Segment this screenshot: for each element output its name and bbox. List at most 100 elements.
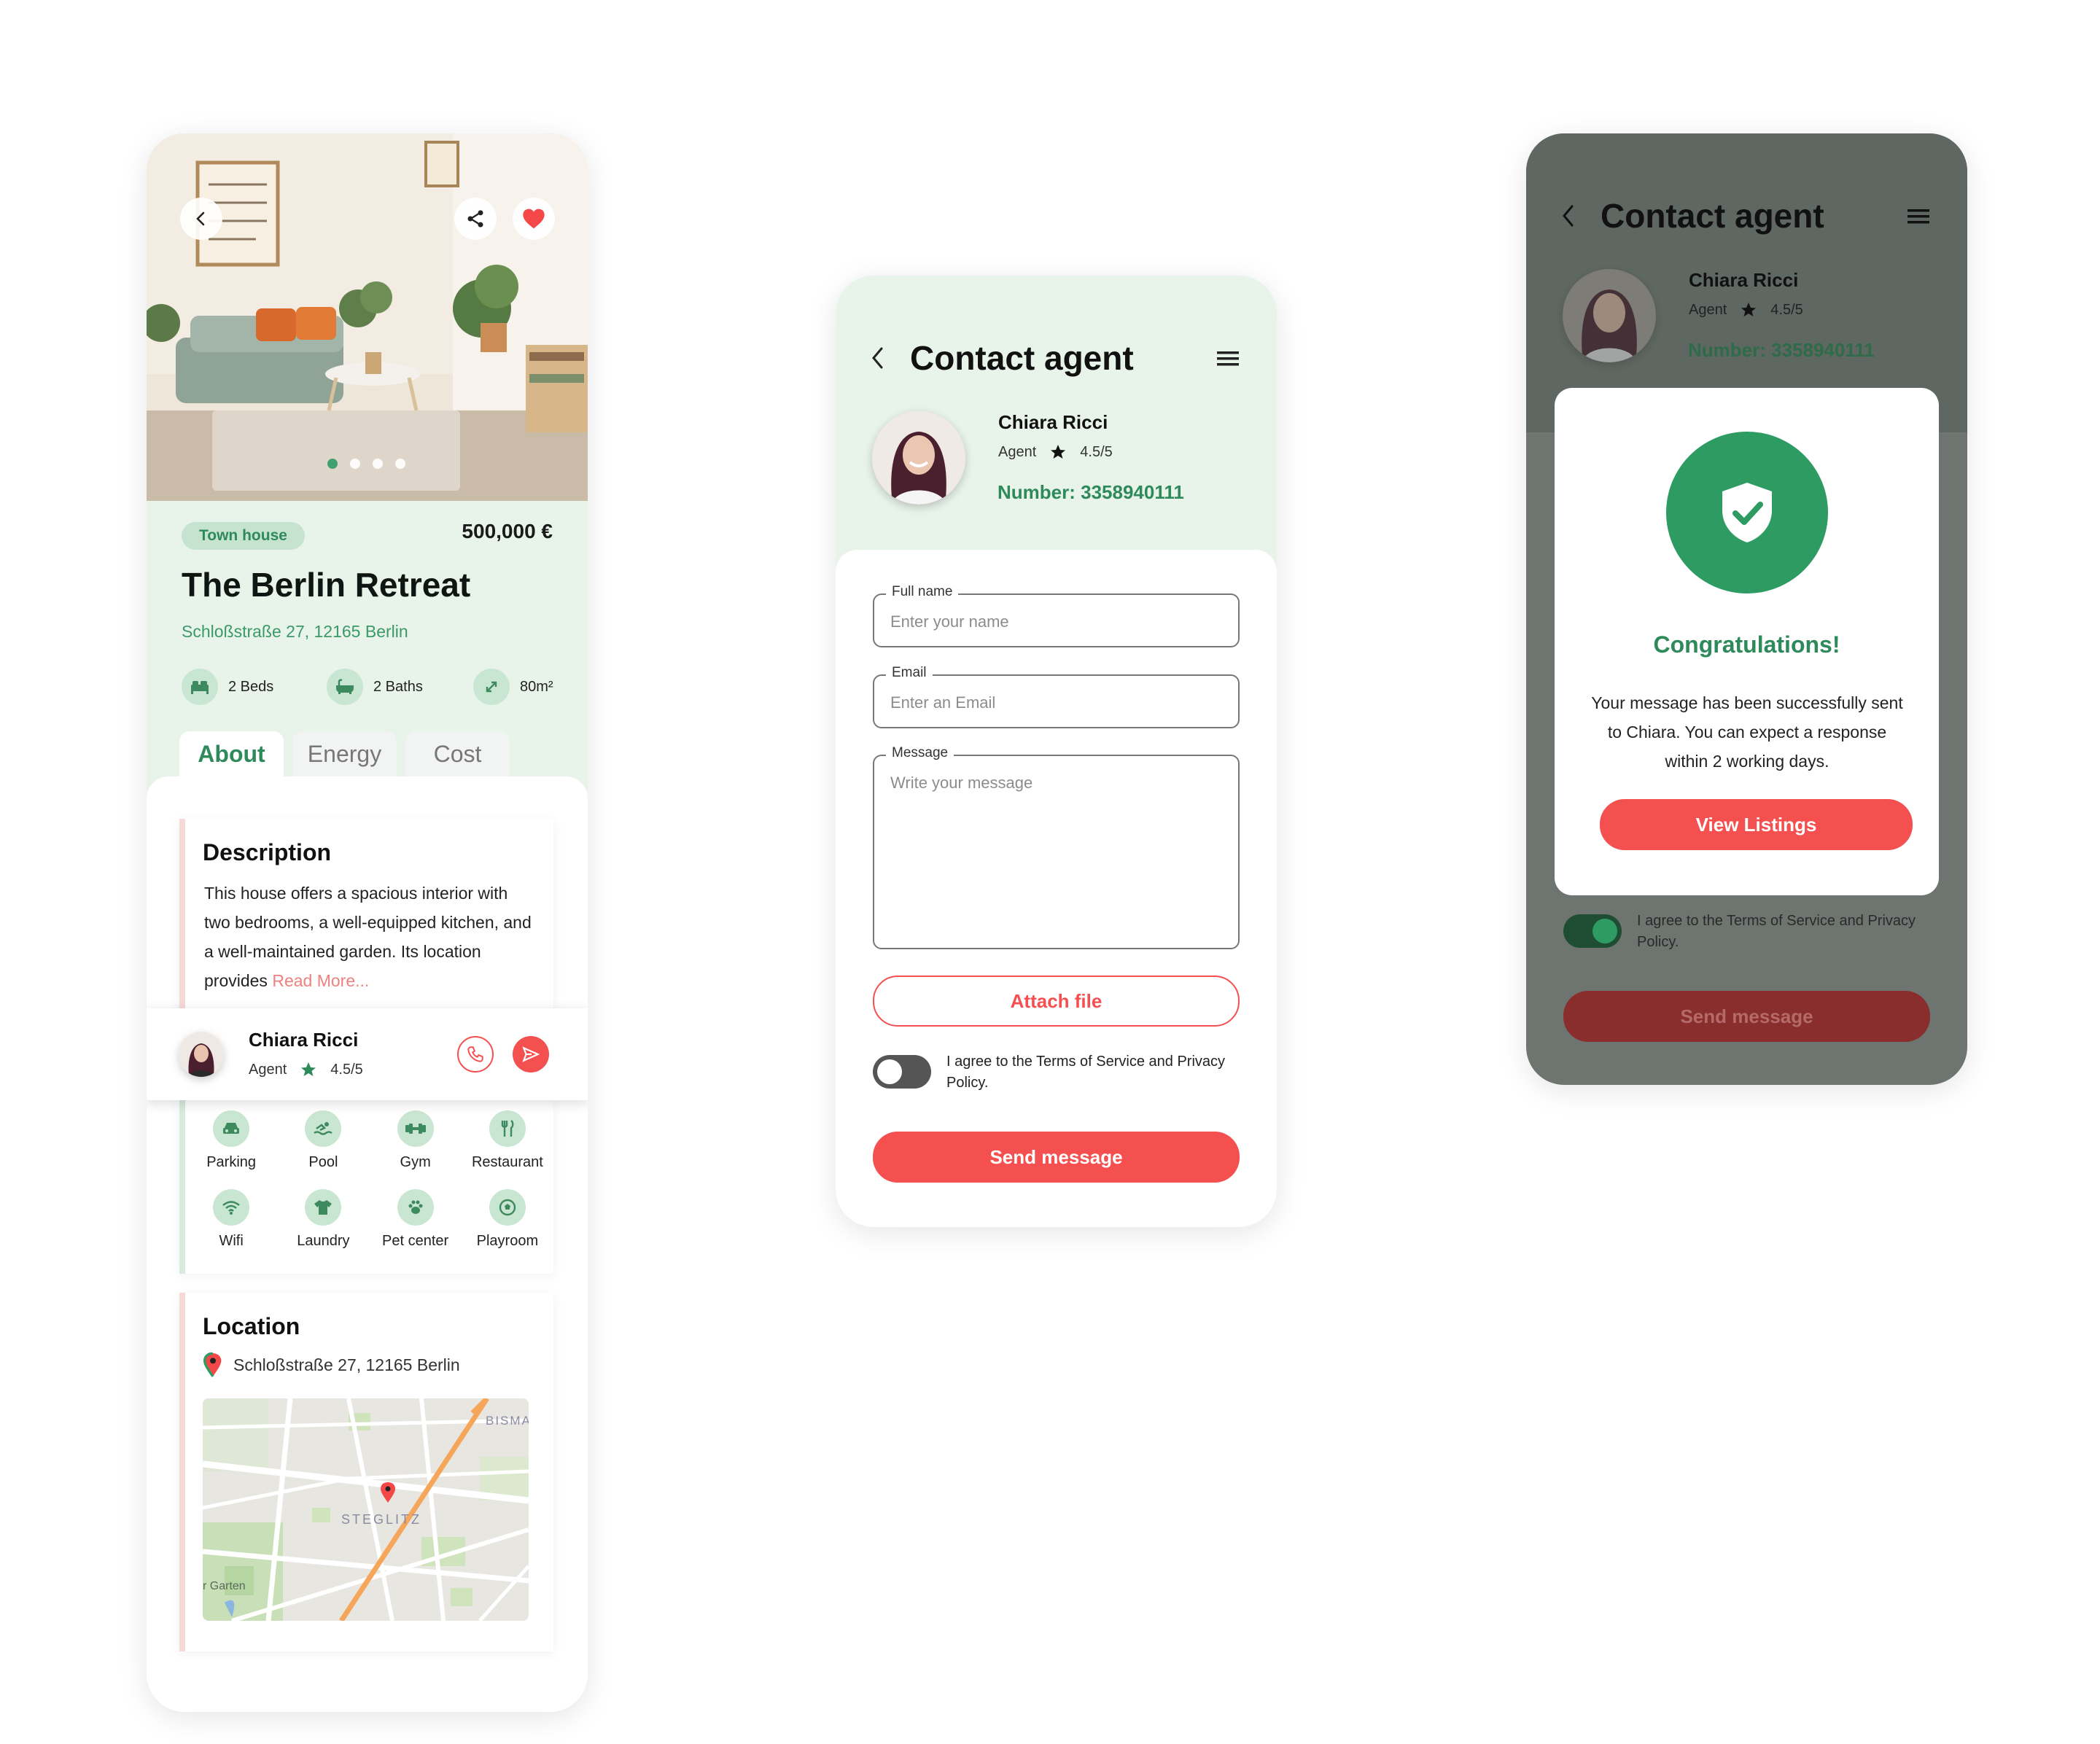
full-name-field[interactable]: Full name Enter your name <box>873 584 1240 647</box>
amenity-label: Parking <box>206 1154 257 1170</box>
carousel-dot[interactable] <box>395 459 405 469</box>
description-title: Description <box>203 839 332 865</box>
agent-meta: Agent 4.5/5 <box>1689 301 1803 319</box>
amenity-label: Restaurant <box>471 1154 543 1170</box>
carousel-dot[interactable] <box>350 459 360 469</box>
map-image: BISMA STEGLITZ r Garten <box>203 1398 529 1621</box>
menu-button[interactable] <box>1908 209 1929 228</box>
map-label: r Garten <box>203 1580 246 1592</box>
modal-message: Your message has been successfully sent … <box>1591 693 1903 771</box>
chevron-left-icon <box>1563 205 1574 227</box>
share-icon <box>467 210 483 227</box>
terms-toggle[interactable] <box>1563 914 1622 948</box>
back-button[interactable] <box>1560 203 1577 232</box>
wifi-icon <box>213 1189 250 1226</box>
tab-energy[interactable]: Energy <box>292 731 397 776</box>
tab-about[interactable]: About <box>179 731 284 776</box>
agent-meta: Agent 4.5/5 <box>249 1061 363 1078</box>
call-button[interactable] <box>457 1036 494 1073</box>
carousel-dot[interactable] <box>327 459 338 469</box>
agent-role: Agent <box>1689 301 1727 318</box>
send-message-button[interactable]: Send message <box>1563 991 1930 1042</box>
location-address-text: Schloßstraße 27, 12165 Berlin <box>233 1355 460 1374</box>
full-name-label: Full name <box>886 584 959 600</box>
amenity-label: Pool <box>308 1154 338 1170</box>
amenity-wifi: Wifi <box>187 1189 275 1250</box>
dumbbell-icon <box>397 1110 434 1147</box>
listing-screen: Town house 500,000 € The Berlin Retreat … <box>147 133 588 1712</box>
success-screen: Contact agent Chiara Ricci Agent 4.5/5 N… <box>1526 133 1967 1085</box>
message-field[interactable]: Message Write your message <box>873 745 1240 949</box>
agent-rating: 4.5/5 <box>1080 443 1113 460</box>
amenity-playroom: Playroom <box>464 1189 551 1250</box>
amenity-laundry: Laundry <box>279 1189 367 1250</box>
modal-heading: Congratulations! <box>1653 631 1840 658</box>
star-icon <box>301 1062 316 1076</box>
living-room-photo <box>147 133 588 501</box>
cutlery-icon <box>489 1110 526 1147</box>
page-title: Contact agent <box>1601 197 1824 235</box>
star-icon <box>1741 303 1757 316</box>
feature-area: 80m² <box>473 669 553 705</box>
amenity-label: Laundry <box>297 1233 350 1249</box>
avatar <box>1563 269 1656 362</box>
message-placeholder: Write your message <box>890 774 1033 792</box>
avatar <box>872 411 965 505</box>
terms-toggle[interactable] <box>873 1055 931 1089</box>
swim-icon <box>305 1110 342 1147</box>
avatar <box>179 1032 224 1077</box>
favorite-button[interactable] <box>513 198 555 240</box>
full-name-placeholder: Enter your name <box>890 612 1009 631</box>
feature-label: 2 Baths <box>373 678 423 695</box>
map-label: STEGLITZ <box>341 1512 421 1527</box>
location-address: Schloßstraße 27, 12165 Berlin <box>203 1352 460 1377</box>
message-button[interactable] <box>513 1036 549 1073</box>
amenity-gym: Gym <box>372 1110 459 1171</box>
email-placeholder: Enter an Email <box>890 693 996 712</box>
email-label: Email <box>886 665 933 681</box>
chevron-left-icon <box>196 211 205 226</box>
back-button[interactable] <box>869 346 887 374</box>
agent-rating: 4.5/5 <box>330 1061 363 1078</box>
menu-button[interactable] <box>1217 351 1239 370</box>
location-title: Location <box>203 1313 300 1339</box>
carousel-dot[interactable] <box>373 459 383 469</box>
expand-icon <box>473 669 510 705</box>
send-message-button[interactable]: Send message <box>873 1132 1240 1183</box>
hero-photo[interactable] <box>147 133 588 501</box>
amenities-row-1: Parking Pool Gym Restaurant <box>185 1110 553 1171</box>
location-section: Location Schloßstraße 27, 12165 Berlin B… <box>179 1293 553 1651</box>
feature-label: 2 Beds <box>228 678 274 695</box>
agent-name: Chiara Ricci <box>998 411 1108 433</box>
shield-check-icon <box>1666 432 1828 593</box>
agent-number: Number: 3358940111 <box>1688 339 1875 361</box>
agent-name: Chiara Ricci <box>1689 269 1799 291</box>
attach-file-button[interactable]: Attach file <box>873 976 1240 1027</box>
amenity-label: Wifi <box>219 1233 244 1249</box>
agent-card[interactable]: Chiara Ricci Agent 4.5/5 <box>147 1008 588 1100</box>
heart-icon <box>523 209 545 229</box>
view-listings-button[interactable]: View Listings <box>1600 799 1913 850</box>
agent-name: Chiara Ricci <box>249 1029 359 1051</box>
property-type-chip: Town house <box>182 522 305 550</box>
amenity-restaurant: Restaurant <box>464 1110 551 1171</box>
contact-screen: Contact agent Chiara Ricci Agent 4.5/5 N… <box>836 276 1277 1227</box>
carousel-dots[interactable] <box>327 459 405 469</box>
share-button[interactable] <box>454 198 497 240</box>
tab-cost[interactable]: Cost <box>405 731 510 776</box>
amenity-parking: Parking <box>187 1110 275 1171</box>
listing-address: Schloßstraße 27, 12165 Berlin <box>182 622 408 641</box>
paw-icon <box>397 1189 434 1226</box>
car-icon <box>213 1110 250 1147</box>
message-label: Message <box>886 745 954 761</box>
agent-meta: Agent 4.5/5 <box>998 443 1113 461</box>
page-title: Contact agent <box>910 339 1134 377</box>
email-field[interactable]: Email Enter an Email <box>873 665 1240 728</box>
contact-form: Full name Enter your name Email Enter an… <box>836 550 1277 1227</box>
map[interactable]: BISMA STEGLITZ r Garten <box>203 1398 529 1621</box>
send-icon <box>522 1046 540 1062</box>
agent-rating: 4.5/5 <box>1770 301 1803 318</box>
back-button[interactable] <box>180 198 222 240</box>
read-more-link[interactable]: Read More... <box>272 971 369 990</box>
map-pin-icon <box>203 1352 222 1377</box>
